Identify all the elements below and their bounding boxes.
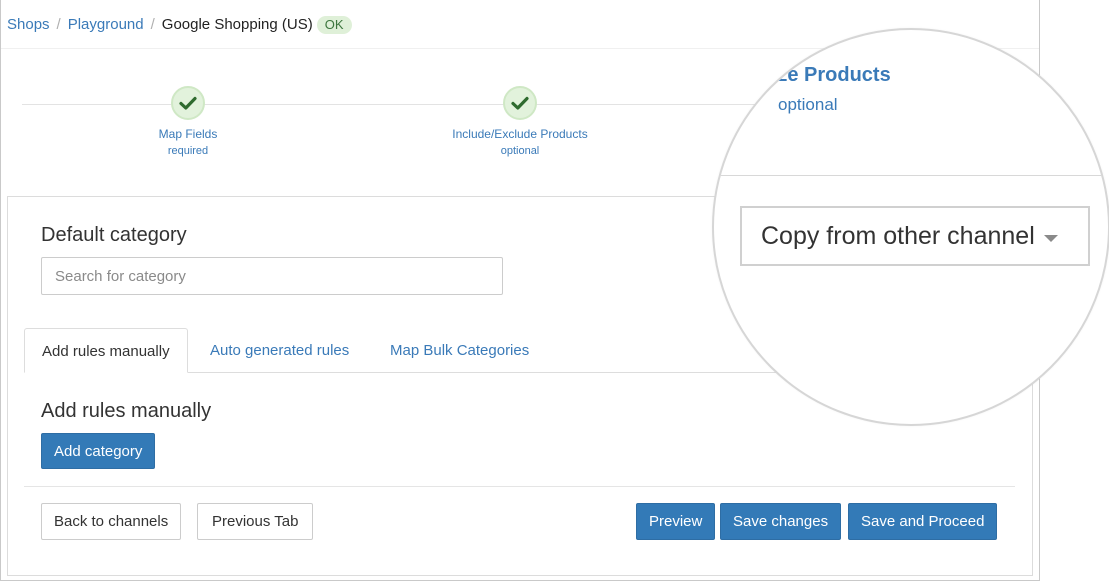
default-category-title: Default category bbox=[41, 224, 187, 246]
step-map-fields[interactable]: Map Fields required bbox=[128, 86, 248, 158]
breadcrumb-separator: / bbox=[150, 16, 155, 33]
check-icon bbox=[179, 96, 197, 110]
check-icon bbox=[511, 96, 529, 110]
breadcrumb-current: Google Shopping (US) bbox=[161, 16, 313, 33]
step-sublabel: required bbox=[167, 145, 209, 157]
status-badge: OK bbox=[316, 16, 352, 34]
step-sublabel: optional bbox=[778, 95, 838, 114]
add-category-button[interactable]: Add category bbox=[41, 433, 156, 469]
step-complete-indicator bbox=[503, 86, 537, 120]
preview-button[interactable]: Preview bbox=[636, 503, 716, 540]
breadcrumb-shops-link[interactable]: Shops bbox=[7, 14, 50, 36]
step-categorize-label[interactable]: rize Products bbox=[764, 64, 891, 87]
copy-from-channel-dropdown[interactable]: Copy from other channel bbox=[740, 206, 1090, 266]
step-complete-indicator bbox=[171, 86, 205, 120]
breadcrumb-separator: / bbox=[56, 16, 61, 33]
step-sublabel: optional bbox=[500, 145, 540, 157]
caret-down-icon bbox=[1043, 234, 1058, 242]
category-search-input[interactable] bbox=[41, 257, 503, 295]
magnifier-divider bbox=[714, 175, 1108, 176]
tab-map-bulk-categories[interactable]: Map Bulk Categories bbox=[373, 328, 546, 373]
footer-divider bbox=[24, 486, 1015, 487]
breadcrumb: Shops / Playground / Google Shopping (US… bbox=[7, 14, 352, 36]
breadcrumb-playground-link[interactable]: Playground bbox=[68, 14, 144, 36]
save-changes-button[interactable]: Save changes bbox=[720, 503, 842, 540]
back-to-channels-button[interactable]: Back to channels bbox=[41, 503, 182, 540]
save-and-proceed-button[interactable]: Save and Proceed bbox=[848, 503, 998, 540]
tab-auto-generated-rules[interactable]: Auto generated rules bbox=[193, 328, 366, 373]
magnifier-callout: rize Products optional Copy from other c… bbox=[712, 28, 1109, 426]
step-label: Include/Exclude Products bbox=[452, 127, 588, 141]
add-rules-title: Add rules manually bbox=[41, 400, 212, 422]
tab-add-rules-manually[interactable]: Add rules manually bbox=[24, 328, 188, 373]
step-label: Map Fields bbox=[158, 127, 218, 141]
previous-tab-button[interactable]: Previous Tab bbox=[197, 503, 314, 540]
step-include-exclude[interactable]: Include/Exclude Products optional bbox=[440, 86, 600, 158]
dropdown-label: Copy from other channel bbox=[761, 221, 1035, 250]
